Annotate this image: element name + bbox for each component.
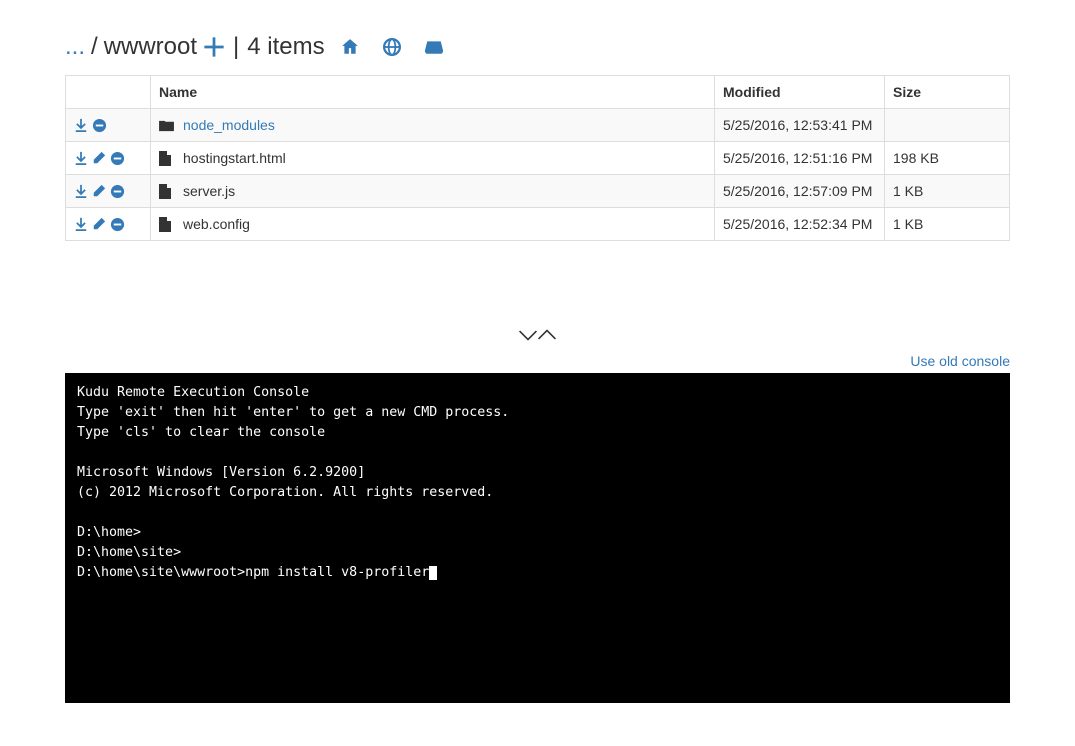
file-name: web.config bbox=[183, 216, 250, 232]
delete-icon[interactable] bbox=[92, 118, 107, 133]
size-cell bbox=[885, 109, 1010, 142]
breadcrumb-current: wwwroot bbox=[104, 33, 197, 61]
download-icon[interactable] bbox=[74, 118, 88, 132]
file-name: server.js bbox=[183, 183, 235, 199]
folder-link[interactable]: node_modules bbox=[183, 117, 275, 133]
size-cell: 198 KB bbox=[885, 142, 1010, 175]
table-row: hostingstart.html 5/25/2016, 12:51:16 PM1… bbox=[66, 142, 1010, 175]
edit-icon[interactable] bbox=[92, 151, 106, 165]
col-modified[interactable]: Modified bbox=[715, 76, 885, 109]
delete-icon[interactable] bbox=[110, 184, 125, 199]
modified-cell: 5/25/2016, 12:52:34 PM bbox=[715, 208, 885, 241]
console-terminal[interactable]: Kudu Remote Execution Console Type 'exit… bbox=[65, 373, 1010, 703]
edit-icon[interactable] bbox=[92, 184, 106, 198]
breadcrumb: ... / wwwroot | 4 items bbox=[65, 33, 1010, 61]
modified-cell: 5/25/2016, 12:57:09 PM bbox=[715, 175, 885, 208]
edit-icon[interactable] bbox=[92, 217, 106, 231]
item-count-label: 4 items bbox=[247, 33, 324, 61]
delete-icon[interactable] bbox=[110, 217, 125, 232]
col-actions bbox=[66, 76, 151, 109]
download-icon[interactable] bbox=[74, 151, 88, 165]
file-name: hostingstart.html bbox=[183, 150, 286, 166]
download-icon[interactable] bbox=[74, 217, 88, 231]
add-icon[interactable] bbox=[203, 36, 225, 58]
breadcrumb-divider: | bbox=[233, 33, 239, 61]
file-icon bbox=[159, 151, 175, 166]
use-old-console-link[interactable]: Use old console bbox=[910, 353, 1010, 369]
table-row: node_modules 5/25/2016, 12:53:41 PM bbox=[66, 109, 1010, 142]
size-cell: 1 KB bbox=[885, 208, 1010, 241]
modified-cell: 5/25/2016, 12:51:16 PM bbox=[715, 142, 885, 175]
modified-cell: 5/25/2016, 12:53:41 PM bbox=[715, 109, 885, 142]
col-name[interactable]: Name bbox=[151, 76, 715, 109]
delete-icon[interactable] bbox=[110, 151, 125, 166]
console-prompt-line[interactable]: D:\home\site\wwwroot>npm install v8-prof… bbox=[77, 565, 429, 580]
file-icon bbox=[159, 184, 175, 199]
file-icon bbox=[159, 217, 175, 232]
console-cursor bbox=[429, 566, 437, 580]
globe-icon[interactable] bbox=[383, 38, 401, 56]
disk-icon[interactable] bbox=[425, 38, 443, 56]
splitter-handle[interactable] bbox=[0, 326, 1075, 347]
chevron-up-icon bbox=[538, 326, 556, 346]
file-table: Name Modified Size node_modules 5/25/2016… bbox=[65, 75, 1010, 241]
table-row: web.config 5/25/2016, 12:52:34 PM1 KB bbox=[66, 208, 1010, 241]
breadcrumb-parent-link[interactable]: ... bbox=[65, 33, 85, 61]
folder-icon bbox=[159, 119, 175, 132]
download-icon[interactable] bbox=[74, 184, 88, 198]
home-icon[interactable] bbox=[341, 38, 359, 56]
size-cell: 1 KB bbox=[885, 175, 1010, 208]
breadcrumb-separator: / bbox=[91, 33, 98, 61]
table-row: server.js 5/25/2016, 12:57:09 PM1 KB bbox=[66, 175, 1010, 208]
col-size[interactable]: Size bbox=[885, 76, 1010, 109]
